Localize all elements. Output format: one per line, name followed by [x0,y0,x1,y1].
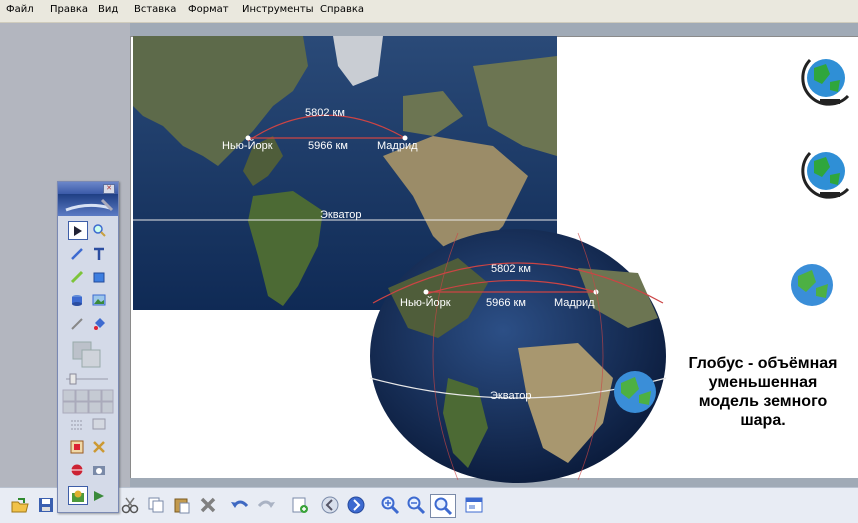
insert-page-icon[interactable] [288,494,312,516]
globe-caption[interactable]: Глобус - объёмная уменьшенная модель зем… [668,354,858,430]
paste-icon[interactable] [170,494,194,516]
select-arrow-icon[interactable] [68,221,88,240]
menu-view[interactable]: Вид [98,4,118,15]
menu-tools[interactable]: Инструменты [242,4,314,15]
undo-icon[interactable] [228,494,252,516]
color-swatch-icon[interactable] [70,339,104,369]
palette-pen-preview [58,194,118,216]
lasso-icon[interactable] [90,486,108,503]
image-icon[interactable] [90,291,108,308]
menu-file[interactable]: Файл [6,4,34,15]
open-icon[interactable] [8,494,32,516]
menu-help[interactable]: Справка [320,4,364,15]
delete-icon[interactable] [196,494,220,516]
cut-icon[interactable] [118,494,142,516]
cross-tool-icon[interactable] [90,438,108,455]
copy-icon[interactable] [144,494,168,516]
globe-city-madrid: Мадрид [554,297,595,309]
text-tool-icon[interactable] [90,245,108,262]
camera-icon[interactable] [90,461,108,478]
caption-line-4: шара. [740,412,786,429]
globe-tool-icon[interactable] [68,461,86,478]
line-pen-icon[interactable] [68,315,86,332]
shape-tool-icon[interactable] [90,268,108,285]
flat-straight-distance: 5966 км [308,140,348,152]
caption-line-1: Глобус - объёмная [688,355,838,372]
record-icon[interactable] [68,486,88,505]
globe-straight-distance: 5966 км [486,297,526,309]
save-icon[interactable] [34,494,58,516]
next-page-icon[interactable] [344,494,368,516]
flat-city-new-york: Нью-Йорк [222,140,273,152]
caption-line-2: уменьшенная [708,374,818,391]
previous-page-icon[interactable] [318,494,342,516]
menu-bar: Файл Правка Вид Вставка Формат Инструмен… [0,0,858,23]
fill-icon[interactable] [90,315,108,332]
zoom-fit-icon[interactable] [430,494,456,518]
menu-format[interactable]: Формат [188,4,229,15]
globe-city-new-york: Нью-Йорк [400,297,451,309]
highlighter-icon[interactable] [68,268,86,285]
redo-icon[interactable] [254,494,278,516]
menu-edit[interactable]: Правка [50,4,88,15]
earth-ball-icon[interactable] [788,262,836,308]
transparency-slider-icon[interactable] [64,372,110,386]
flat-city-madrid: Мадрид [377,140,418,152]
zoom-out-icon[interactable] [404,494,428,516]
eraser-icon[interactable] [68,291,86,308]
zoom-in-icon[interactable] [378,494,402,516]
tool-palette[interactable]: ✕ [57,181,119,513]
palette-title-bar[interactable]: ✕ [58,182,118,194]
globe-stand-icon-2[interactable] [796,147,854,199]
screen-capture-icon[interactable] [90,415,108,432]
zoom-icon[interactable] [90,221,108,238]
window-icon[interactable] [462,494,486,516]
menu-insert[interactable]: Вставка [134,4,176,15]
pen-icon[interactable] [68,245,86,262]
caption-line-3: модель земного [698,393,828,410]
globe-arc-distance: 5802 км [491,263,531,275]
globe-stand-icon[interactable] [796,54,854,106]
bottom-toolbar [0,487,858,523]
flat-arc-distance: 5802 км [305,107,345,119]
flat-equator-label: Экватор [320,209,362,221]
globe-equator-label: Экватор [490,390,532,402]
line-style-icon[interactable] [68,415,86,432]
grid-icon[interactable] [62,389,114,415]
palette-close-icon[interactable]: ✕ [103,184,115,194]
delete-icon-palette[interactable] [68,438,86,455]
earth-ball-icon-2[interactable] [610,369,660,415]
